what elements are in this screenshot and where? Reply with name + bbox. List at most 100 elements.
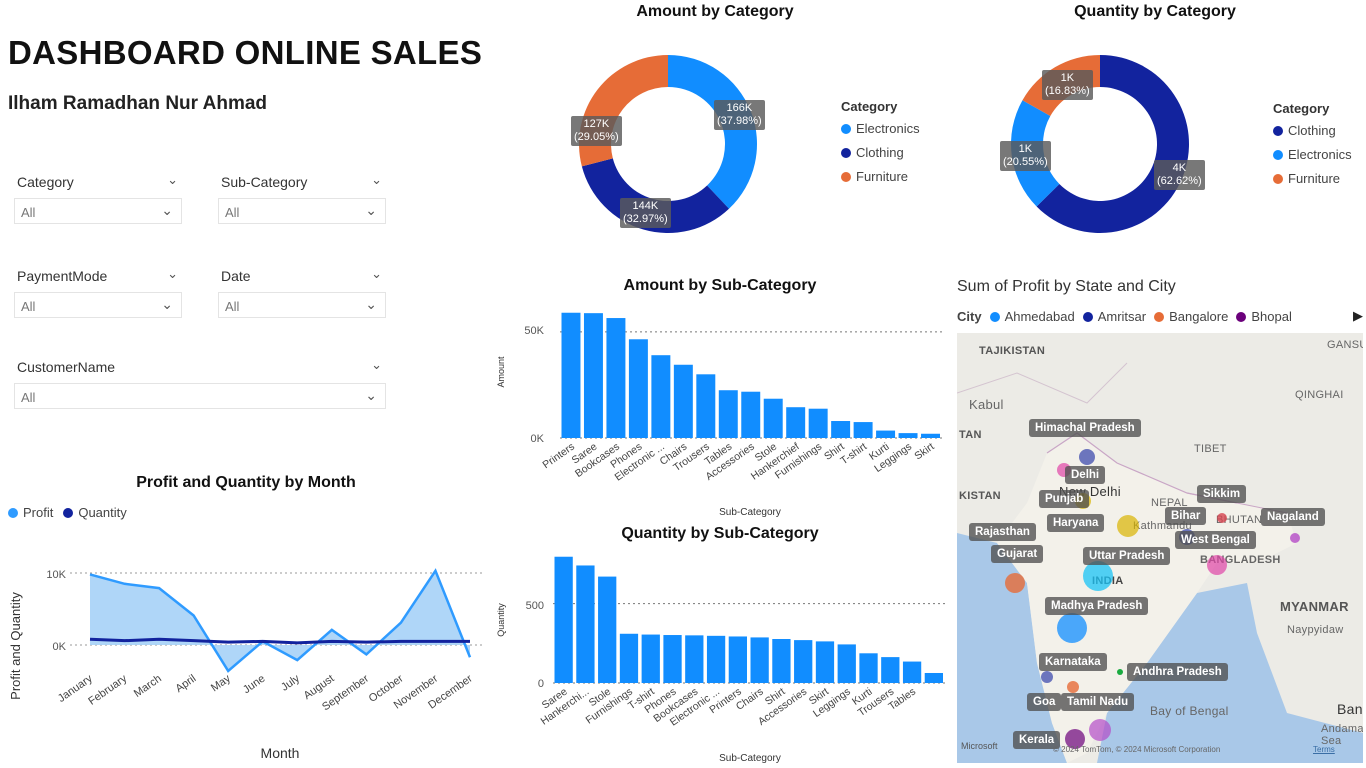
bar[interactable] xyxy=(718,390,738,438)
map-bubble[interactable] xyxy=(1041,671,1053,683)
slicer-date[interactable]: Date ⌄ All ⌄ xyxy=(218,266,386,322)
bar[interactable] xyxy=(598,576,617,683)
bar[interactable] xyxy=(859,653,878,683)
slicer-paymentmode[interactable]: PaymentMode ⌄ All ⌄ xyxy=(14,266,182,322)
legend-label: Bangalore xyxy=(1169,309,1229,324)
bar[interactable] xyxy=(728,636,747,683)
bar[interactable] xyxy=(881,657,900,683)
donut-data-label: 4K (62.62%) xyxy=(1154,160,1205,190)
line-chart[interactable]: Profit and Quantity 10K 0K JanuaryFebrua… xyxy=(0,528,495,768)
slicer-category[interactable]: Category ⌄ All ⌄ xyxy=(14,172,182,228)
chevron-down-icon[interactable]: ⌄ xyxy=(371,357,382,373)
slicer-subcategory[interactable]: Sub-Category ⌄ All ⌄ xyxy=(218,172,386,228)
bar-ytick: 500 xyxy=(526,600,544,612)
legend-item-furniture[interactable]: Furniture xyxy=(1273,171,1352,186)
bar[interactable] xyxy=(619,633,639,683)
bar[interactable] xyxy=(685,635,704,683)
bar[interactable] xyxy=(772,639,791,683)
bar[interactable] xyxy=(853,422,873,438)
bar[interactable] xyxy=(576,565,595,683)
bar[interactable] xyxy=(741,391,761,438)
legend-item-clothing[interactable]: Clothing xyxy=(841,145,920,160)
map-bubble[interactable] xyxy=(1079,449,1095,465)
map-bubble[interactable] xyxy=(1057,613,1087,643)
chevron-down-icon[interactable]: ⌄ xyxy=(365,387,377,404)
map-place: Andaman Sea xyxy=(1321,723,1363,747)
bar[interactable] xyxy=(831,421,851,438)
map-bubble[interactable] xyxy=(1089,719,1111,741)
legend-item-quantity[interactable]: Quantity xyxy=(63,505,127,520)
map-place: TAN xyxy=(959,429,982,441)
bar[interactable] xyxy=(554,556,573,683)
bar[interactable] xyxy=(663,635,682,683)
bar[interactable] xyxy=(786,407,806,438)
terms-link[interactable]: Terms xyxy=(1313,745,1335,754)
bar[interactable] xyxy=(902,661,922,683)
legend-item-bhopal[interactable]: Bhopal xyxy=(1236,309,1292,324)
map-legend: City Ahmedabad Amritsar Bangalore Bhopal xyxy=(957,309,1292,324)
bar[interactable] xyxy=(924,672,943,683)
bar[interactable] xyxy=(651,355,671,438)
bar-ylabel: Amount xyxy=(496,356,506,388)
line-chart-title: Profit and Quantity by Month xyxy=(136,474,356,491)
legend-item-amritsar[interactable]: Amritsar xyxy=(1082,309,1146,324)
amount-subcategory-chart[interactable]: Amount 50K 0K PrintersSareeBookcasesPhon… xyxy=(490,300,950,522)
legend-item-furniture[interactable]: Furniture xyxy=(841,169,920,184)
bar[interactable] xyxy=(673,364,693,438)
donut-slice-electronics[interactable] xyxy=(668,55,757,209)
bar[interactable] xyxy=(641,634,660,683)
slicer-date-dropdown[interactable]: All ⌄ xyxy=(218,292,386,318)
map-bubble[interactable] xyxy=(1290,533,1300,543)
slicer-subcategory-dropdown[interactable]: All ⌄ xyxy=(218,198,386,224)
legend-label: Clothing xyxy=(1288,123,1336,138)
bar[interactable] xyxy=(583,313,603,438)
map-bubble[interactable] xyxy=(1117,669,1123,675)
bar[interactable] xyxy=(794,640,813,683)
legend-item-ahmedabad[interactable]: Ahmedabad xyxy=(989,309,1075,324)
map-bubble[interactable] xyxy=(1217,513,1227,523)
bar[interactable] xyxy=(898,433,918,438)
donut-slice-furniture[interactable] xyxy=(579,55,668,167)
map-bubble[interactable] xyxy=(1005,573,1025,593)
chevron-down-icon[interactable]: ⌄ xyxy=(161,296,173,313)
slicer-paymentmode-dropdown[interactable]: All ⌄ xyxy=(14,292,182,318)
chevron-down-icon[interactable]: ⌄ xyxy=(371,172,382,188)
bar[interactable] xyxy=(876,430,896,438)
chevron-down-icon[interactable]: ⌄ xyxy=(365,296,377,313)
map-bubble[interactable] xyxy=(1207,555,1227,575)
bar[interactable] xyxy=(628,339,648,438)
bar[interactable] xyxy=(815,641,835,683)
bar[interactable] xyxy=(706,635,726,683)
legend-item-electronics[interactable]: Electronics xyxy=(841,121,920,136)
legend-next-arrow-icon[interactable]: ▶ xyxy=(1353,308,1363,324)
legend-item-clothing[interactable]: Clothing xyxy=(1273,123,1352,138)
chevron-down-icon[interactable]: ⌄ xyxy=(167,266,178,282)
bar[interactable] xyxy=(561,312,581,438)
slicer-customername-dropdown[interactable]: All ⌄ xyxy=(14,383,386,409)
chevron-down-icon[interactable]: ⌄ xyxy=(371,266,382,282)
bar[interactable] xyxy=(808,408,828,438)
bar[interactable] xyxy=(750,637,769,683)
legend-item-bangalore[interactable]: Bangalore xyxy=(1154,309,1228,324)
month-tick-label: February xyxy=(86,672,129,707)
bar[interactable] xyxy=(606,318,626,438)
map-canvas[interactable]: TAJIKISTAN Kabul TAN KISTAN NEPAL BHUTAN… xyxy=(957,333,1363,763)
city-dot-icon xyxy=(1236,311,1247,322)
quantity-subcategory-chart[interactable]: Quantity 500 0 SareeHankerchi...StoleFur… xyxy=(490,548,950,768)
legend-item-electronics[interactable]: Electronics xyxy=(1273,147,1352,162)
slicer-category-dropdown[interactable]: All ⌄ xyxy=(14,198,182,224)
chevron-down-icon[interactable]: ⌄ xyxy=(161,202,173,219)
map-state-label: West Bengal xyxy=(1175,531,1256,549)
map-bubble[interactable] xyxy=(1067,681,1079,693)
chevron-down-icon[interactable]: ⌄ xyxy=(365,202,377,219)
slicer-paymentmode-value: All xyxy=(21,299,36,314)
bar[interactable] xyxy=(837,644,856,683)
bar[interactable] xyxy=(763,398,783,438)
legend-item-profit[interactable]: Profit xyxy=(8,505,53,520)
slicer-customername[interactable]: CustomerName ⌄ All ⌄ xyxy=(14,357,386,413)
map-bubble[interactable] xyxy=(1117,515,1139,537)
bar[interactable] xyxy=(921,433,940,438)
chevron-down-icon[interactable]: ⌄ xyxy=(167,172,178,188)
map-bubble[interactable] xyxy=(1083,561,1113,591)
bar[interactable] xyxy=(696,374,716,438)
